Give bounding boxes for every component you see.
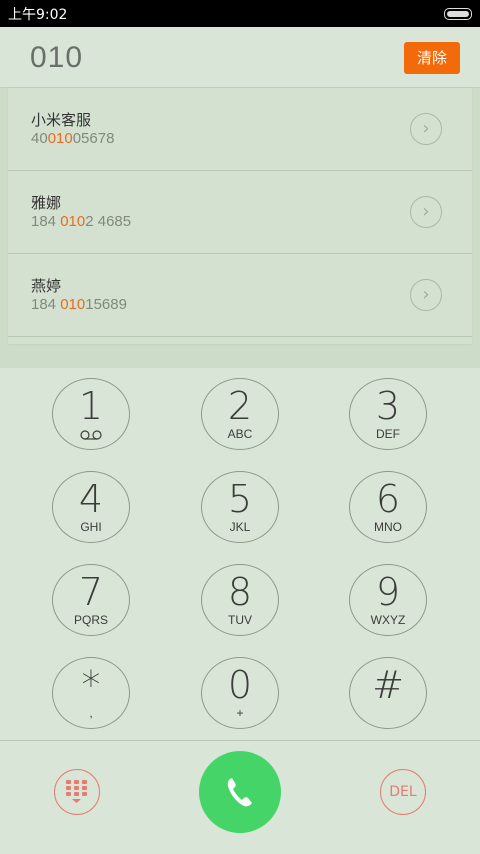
status-time: 上午9:02 bbox=[8, 7, 68, 23]
battery-icon bbox=[444, 8, 472, 20]
voicemail-icon bbox=[80, 430, 102, 440]
dialpad-toggle-button[interactable] bbox=[54, 769, 100, 815]
key-digit: * bbox=[81, 663, 101, 707]
key-digit: 6 bbox=[375, 477, 401, 521]
delete-button[interactable]: DEL bbox=[380, 769, 426, 815]
key-digit: 8 bbox=[227, 570, 253, 614]
key-letters: TUV bbox=[228, 613, 252, 627]
key-6[interactable]: 6 MNO bbox=[349, 471, 427, 543]
key-digit: 3 bbox=[375, 384, 401, 428]
contact-number: 184 0102 4685 bbox=[31, 213, 132, 230]
key-3[interactable]: 3 DEF bbox=[349, 378, 427, 450]
key-digit: 1 bbox=[78, 384, 104, 428]
key-digit: 9 bbox=[375, 570, 401, 614]
key-letters: JKL bbox=[229, 520, 251, 534]
dial-input-area: 010 清除 bbox=[0, 27, 480, 88]
key-letters: ABC bbox=[227, 427, 253, 441]
contact-number: 184 01015689 bbox=[31, 296, 127, 313]
dial-keypad: 1 2 ABC 3 DEF 4 GHI 5 JKL 6 MNO 7 PQRS 8… bbox=[0, 368, 480, 740]
contact-name: 雅娜 bbox=[31, 194, 62, 212]
key-hash[interactable]: # bbox=[349, 657, 427, 729]
contact-result-row[interactable]: 燕婷 184 01015689 › bbox=[8, 254, 472, 337]
key-letters: DEF bbox=[376, 427, 400, 441]
key-7[interactable]: 7 PQRS bbox=[52, 564, 130, 636]
key-2[interactable]: 2 ABC bbox=[201, 378, 279, 450]
chevron-right-icon[interactable]: › bbox=[410, 279, 442, 311]
contact-result-row[interactable]: 雅娜 184 0102 4685 › bbox=[8, 171, 472, 254]
dialed-number[interactable]: 010 bbox=[30, 41, 83, 75]
key-letters: WXYZ bbox=[370, 613, 406, 627]
key-9[interactable]: 9 WXYZ bbox=[349, 564, 427, 636]
key-4[interactable]: 4 GHI bbox=[52, 471, 130, 543]
key-8[interactable]: 8 TUV bbox=[201, 564, 279, 636]
key-letters: PQRS bbox=[73, 613, 108, 627]
key-letters: GHI bbox=[80, 520, 102, 534]
status-bar: 上午9:02 bbox=[0, 0, 480, 27]
key-1[interactable]: 1 bbox=[52, 378, 130, 450]
contact-name: 燕婷 bbox=[31, 277, 62, 295]
key-letters: MNO bbox=[374, 520, 402, 534]
contact-result-row[interactable]: 小米客服 4001005678 › bbox=[8, 88, 472, 171]
contact-number: 4001005678 bbox=[31, 130, 115, 147]
key-digit: # bbox=[372, 663, 404, 707]
key-5[interactable]: 5 JKL bbox=[201, 471, 279, 543]
key-letters: + bbox=[236, 706, 244, 720]
key-digit: 4 bbox=[78, 477, 104, 521]
contact-name: 小米客服 bbox=[31, 111, 92, 129]
number-match-highlight: 010 bbox=[47, 130, 73, 147]
number-match-highlight: 010 bbox=[60, 296, 86, 313]
contact-results-list: 小米客服 4001005678 › 雅娜 184 0102 4685 › 燕婷 … bbox=[8, 88, 472, 344]
number-match-highlight: 010 bbox=[60, 213, 86, 230]
call-button[interactable] bbox=[199, 751, 281, 833]
key-0[interactable]: 0 + bbox=[201, 657, 279, 729]
clear-button[interactable]: 清除 bbox=[404, 42, 460, 74]
chevron-right-icon[interactable]: › bbox=[410, 113, 442, 145]
bottom-action-bar: DEL bbox=[0, 740, 480, 854]
dialpad-icon bbox=[66, 780, 87, 803]
phone-icon bbox=[227, 778, 252, 807]
key-digit: 7 bbox=[78, 570, 104, 614]
key-star[interactable]: * , bbox=[52, 657, 130, 729]
key-letters: , bbox=[89, 706, 93, 720]
chevron-right-icon[interactable]: › bbox=[410, 196, 442, 228]
key-digit: 2 bbox=[227, 384, 253, 428]
key-digit: 5 bbox=[227, 477, 253, 521]
results-area: 小米客服 4001005678 › 雅娜 184 0102 4685 › 燕婷 … bbox=[0, 88, 480, 368]
key-digit: 0 bbox=[227, 663, 253, 707]
